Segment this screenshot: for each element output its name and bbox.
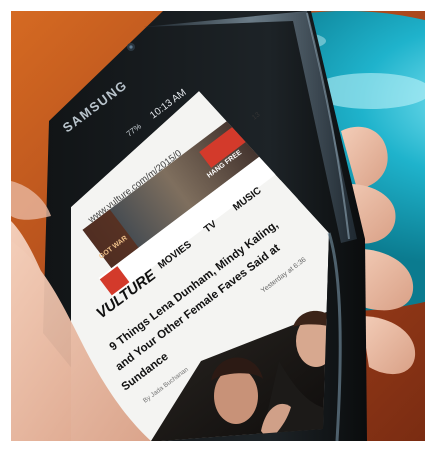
photo-illustration: SAMSUNG 10:13 AM 77% www.vulture.com/m/2… <box>11 11 425 441</box>
photo-scene: SAMSUNG 10:13 AM 77% www.vulture.com/m/2… <box>11 11 425 441</box>
